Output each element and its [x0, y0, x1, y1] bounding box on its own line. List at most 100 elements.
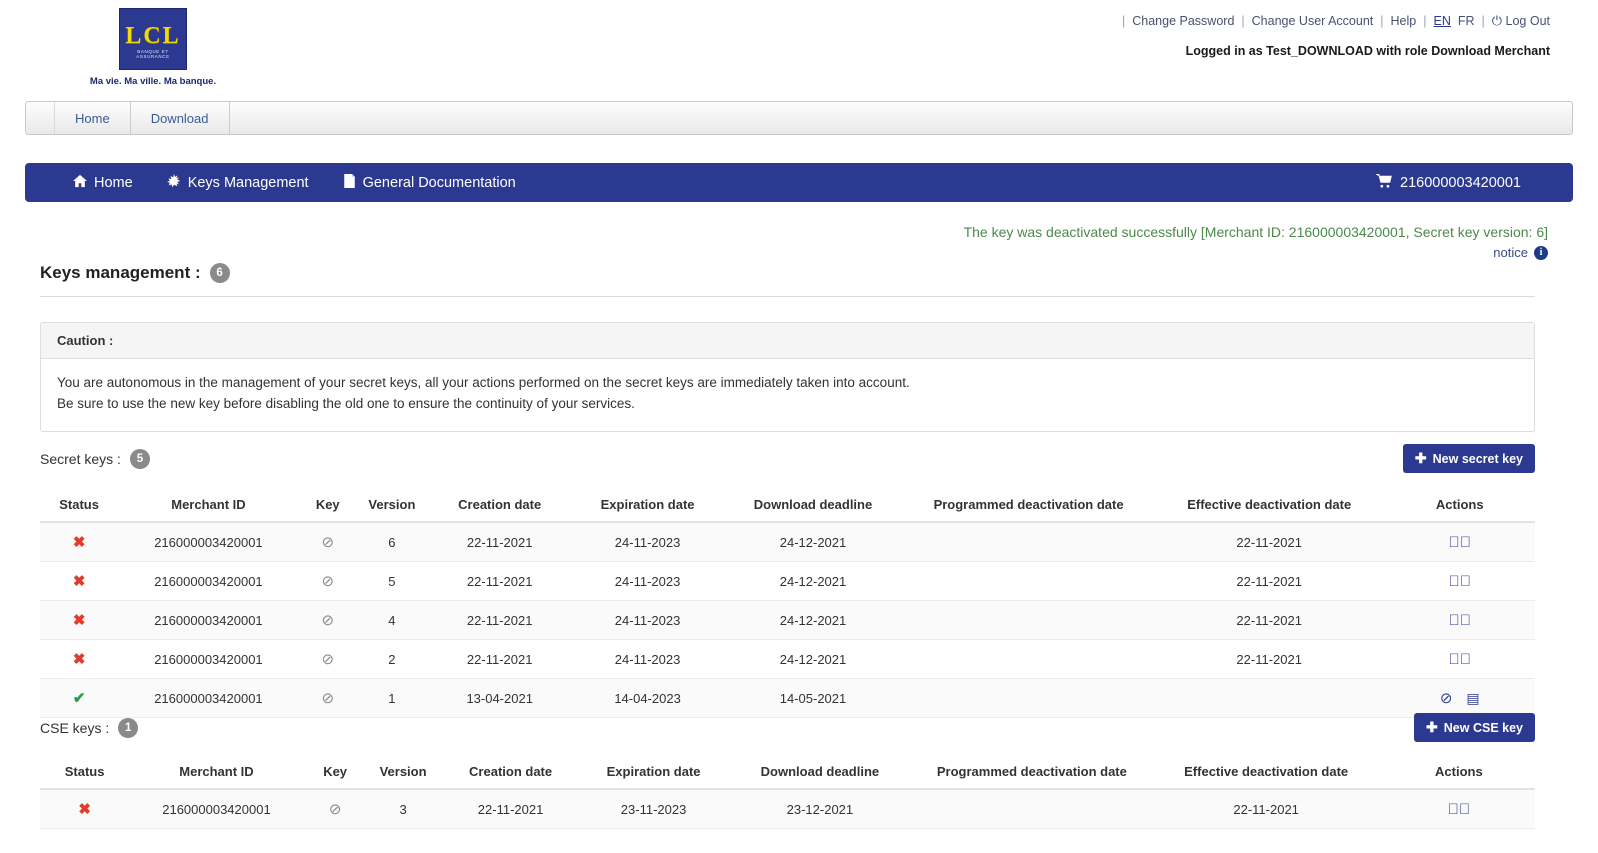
deactivate-icon[interactable]: ⊘: [1440, 689, 1453, 707]
cell-effective-deactivation-date: 22-11-2021: [1153, 639, 1385, 679]
activate-icon[interactable]: ✔⃝: [1448, 801, 1471, 818]
cse-keys-count-badge: 1: [118, 717, 139, 738]
logo-mark: LCL BANQUE ET ASSURANCE: [119, 8, 187, 70]
activate-icon[interactable]: ✔⃝: [1449, 612, 1472, 629]
nav-item-home[interactable]: Home: [73, 174, 133, 192]
logo-tagline: Ma vie. Ma ville. Ma banque.: [89, 76, 217, 87]
th-status: Status: [40, 755, 130, 790]
change-password-link[interactable]: Change Password: [1132, 14, 1234, 28]
secret-keys-title-label: Secret keys :: [40, 450, 121, 467]
notice-area: The key was deactivated successfully [Me…: [964, 224, 1548, 260]
cell-merchant-id: 216000003420001: [118, 639, 299, 679]
cell-expiration-date: 24-11-2023: [572, 561, 723, 601]
info-icon: i: [1534, 245, 1548, 260]
cell-creation-date: 22-11-2021: [427, 600, 573, 640]
caution-panel: Caution : You are autonomous in the mana…: [40, 322, 1535, 432]
th-key: Key: [303, 755, 367, 790]
secret-keys-title: Secret keys : 5: [40, 448, 150, 469]
secret-keys-table-body: ✖ 216000003420001 ⊘ 6 22-11-2021 24-11-2023 24…: [40, 522, 1535, 718]
table-row: ✖ 216000003420001 ⊘ 5 22-11-2021 24-11-2023 24…: [40, 561, 1535, 601]
secret-keys-table: Status Merchant ID Key Version Creation …: [40, 488, 1535, 718]
no-entry-icon: ⊘: [328, 801, 342, 818]
th-version: Version: [356, 488, 427, 523]
calendar-icon[interactable]: ▤: [1466, 690, 1479, 707]
table-row: ✖ 216000003420001 ⊘ 4 22-11-2021 24-11-2023 24…: [40, 600, 1535, 640]
caution-heading: Caution :: [41, 323, 1534, 359]
book-icon: [343, 173, 356, 192]
divider: |: [1423, 14, 1427, 28]
table-header-row: Status Merchant ID Key Version Creation …: [40, 755, 1535, 790]
cell-programmed-deactivation-date: [903, 561, 1154, 601]
cell-version: 6: [356, 522, 427, 562]
cell-effective-deactivation-date: 22-11-2021: [1149, 789, 1383, 829]
cell-expiration-date: 23-11-2023: [581, 789, 726, 829]
th-version: Version: [366, 755, 440, 790]
merchant-selector[interactable]: 216000003420001: [1376, 173, 1521, 192]
cell-expiration-date: 24-11-2023: [572, 522, 723, 562]
tab-download[interactable]: Download: [131, 102, 230, 134]
activate-icon[interactable]: ✔⃝: [1449, 573, 1472, 590]
cell-creation-date: 22-11-2021: [427, 522, 573, 562]
secret-keys-table-head: Status Merchant ID Key Version Creation …: [40, 488, 1535, 523]
th-download-deadline: Download deadline: [722, 488, 904, 523]
activate-icon[interactable]: ✔⃝: [1449, 534, 1472, 551]
change-user-account-link[interactable]: Change User Account: [1252, 14, 1374, 28]
cell-key: ⊘: [303, 789, 367, 829]
tab-home[interactable]: Home: [54, 102, 131, 134]
lcl-logo[interactable]: LCL BANQUE ET ASSURANCE Ma vie. Ma ville…: [68, 8, 238, 87]
cell-key: ⊘: [298, 600, 357, 640]
nav-item-keys-management[interactable]: Keys Management: [166, 173, 309, 192]
new-cse-key-button[interactable]: ✚ New CSE key: [1414, 713, 1535, 742]
language-en-link[interactable]: EN: [1433, 14, 1450, 28]
table-row: ✖ 216000003420001 ⊘ 6 22-11-2021 24-11-2023 24…: [40, 522, 1535, 562]
cell-creation-date: 22-11-2021: [427, 561, 573, 601]
cell-programmed-deactivation-date: [903, 522, 1154, 562]
secret-keys-section-header: Secret keys : 5 ✚ New secret key: [40, 444, 1535, 473]
divider: |: [1380, 14, 1384, 28]
page-title-count-badge: 6: [209, 263, 230, 283]
help-link[interactable]: Help: [1391, 14, 1417, 28]
cell-merchant-id: 216000003420001: [118, 561, 299, 601]
cell-key: ⊘: [298, 678, 357, 718]
cell-effective-deactivation-date: 22-11-2021: [1153, 600, 1385, 640]
language-fr-link[interactable]: FR: [1458, 14, 1475, 28]
status-active-icon: ✔: [72, 690, 86, 707]
cell-programmed-deactivation-date: [903, 600, 1154, 640]
secret-keys-count-badge: 5: [129, 448, 150, 469]
activate-icon[interactable]: ✔⃝: [1449, 651, 1472, 668]
notice-link-label[interactable]: notice: [1493, 245, 1528, 260]
no-entry-icon: ⊘: [321, 573, 335, 590]
divider: |: [1122, 14, 1126, 28]
cell-version: 1: [356, 678, 427, 718]
cell-download-deadline: 24-12-2021: [722, 561, 904, 601]
cell-effective-deactivation-date: 22-11-2021: [1153, 522, 1385, 562]
notice-link-row[interactable]: notice i: [964, 245, 1548, 260]
nav-item-general-documentation[interactable]: General Documentation: [343, 173, 516, 192]
cell-merchant-id: 216000003420001: [118, 522, 299, 562]
cell-actions: ✔⃝: [1384, 600, 1535, 640]
cell-version: 5: [356, 561, 427, 601]
no-entry-icon: ⊘: [321, 534, 335, 551]
cell-merchant-id: 216000003420001: [129, 789, 304, 829]
nav-item-home-label: Home: [94, 174, 133, 191]
new-secret-key-button[interactable]: ✚ New secret key: [1402, 444, 1535, 473]
table-header-row: Status Merchant ID Key Version Creation …: [40, 488, 1535, 523]
cell-programmed-deactivation-date: [914, 789, 1150, 829]
divider: |: [1481, 14, 1485, 28]
status-inactive-icon: ✖: [72, 534, 86, 551]
no-entry-icon: ⊘: [321, 651, 335, 668]
cell-version: 4: [356, 600, 427, 640]
th-expiration-date: Expiration date: [572, 488, 723, 523]
cell-programmed-deactivation-date: [903, 639, 1154, 679]
new-secret-key-label: New secret key: [1432, 451, 1523, 466]
cell-effective-deactivation-date: [1153, 678, 1385, 718]
th-merchant-id: Merchant ID: [118, 488, 299, 523]
logged-in-status: Logged in as Test_DOWNLOAD with role Dow…: [1185, 44, 1550, 58]
sparkle-icon: [166, 173, 181, 192]
no-entry-icon: ⊘: [321, 690, 335, 707]
cell-actions: ✔⃝: [1384, 639, 1535, 679]
cell-download-deadline: 23-12-2021: [725, 789, 915, 829]
logout-link[interactable]: Log Out: [1506, 14, 1550, 28]
power-icon: ⏻: [1491, 13, 1503, 28]
cell-key: ⊘: [298, 522, 357, 562]
